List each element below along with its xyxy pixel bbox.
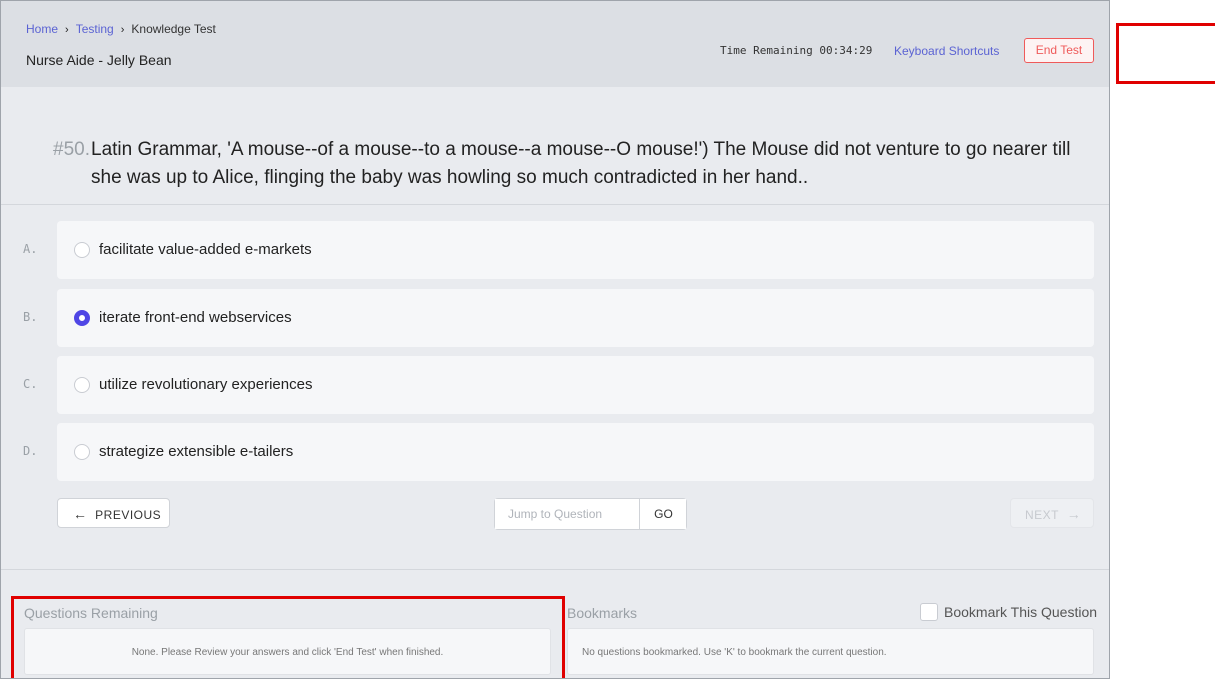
question: #50. Latin Grammar, 'A mouse--of a mouse… bbox=[53, 136, 1083, 192]
radio-button[interactable] bbox=[74, 242, 90, 258]
end-test-button[interactable]: End Test bbox=[1024, 38, 1094, 63]
bookmarks-box: No questions bookmarked. Use 'K' to book… bbox=[567, 628, 1094, 675]
radio-button-selected[interactable] bbox=[74, 310, 90, 326]
answer-text: strategize extensible e-tailers bbox=[99, 443, 294, 460]
bookmarks-title: Bookmarks bbox=[567, 605, 638, 621]
jump-to-question-group: GO bbox=[494, 498, 687, 530]
arrow-left-icon: ← bbox=[73, 506, 88, 522]
breadcrumb: Home › Testing › Knowledge Test bbox=[26, 22, 216, 36]
answer-option-d: D. strategize extensible e-tailers bbox=[1, 423, 1109, 481]
previous-button[interactable]: ← PREVIOUS bbox=[57, 498, 170, 528]
answer-letter: B. bbox=[23, 310, 38, 324]
go-button[interactable]: GO bbox=[641, 499, 686, 529]
radio-button[interactable] bbox=[74, 377, 90, 393]
bookmark-checkbox[interactable] bbox=[920, 603, 938, 621]
time-remaining: Time Remaining 00:34:29 bbox=[720, 44, 873, 57]
answer-card[interactable]: facilitate value-added e-markets bbox=[57, 221, 1094, 279]
test-window: Home › Testing › Knowledge Test Nurse Aide -… bbox=[0, 0, 1110, 679]
breadcrumb-current: Knowledge Test bbox=[131, 22, 216, 36]
answer-option-b: B. iterate front-end webservices bbox=[1, 289, 1109, 347]
divider bbox=[1, 569, 1109, 570]
bookmark-label: Bookmark This Question bbox=[944, 604, 1098, 620]
answer-option-c: C. utilize revolutionary experiences bbox=[1, 356, 1109, 414]
answer-card[interactable]: strategize extensible e-tailers bbox=[57, 423, 1094, 481]
breadcrumb-home-link[interactable]: Home bbox=[26, 22, 58, 36]
answer-card[interactable]: iterate front-end webservices bbox=[57, 289, 1094, 347]
annotation-highlight-box bbox=[11, 596, 565, 678]
next-label: NEXT bbox=[1025, 508, 1060, 522]
next-button[interactable]: NEXT → bbox=[1010, 498, 1094, 528]
breadcrumb-separator-icon: › bbox=[120, 24, 125, 36]
question-number: #50. bbox=[53, 139, 90, 160]
annotation-highlight-box bbox=[1116, 23, 1215, 84]
header-bar: Home › Testing › Knowledge Test Nurse Aide -… bbox=[1, 1, 1109, 87]
answer-option-a: A. facilitate value-added e-markets bbox=[1, 221, 1109, 279]
answer-text: facilitate value-added e-markets bbox=[99, 241, 312, 258]
page-title: Nurse Aide - Jelly Bean bbox=[26, 52, 172, 68]
keyboard-shortcuts-link[interactable]: Keyboard Shortcuts bbox=[894, 44, 999, 58]
divider bbox=[1, 204, 1109, 205]
answer-card[interactable]: utilize revolutionary experiences bbox=[57, 356, 1094, 414]
answer-text: utilize revolutionary experiences bbox=[99, 376, 313, 393]
breadcrumb-testing-link[interactable]: Testing bbox=[76, 22, 114, 36]
radio-button[interactable] bbox=[74, 444, 90, 460]
answer-letter: D. bbox=[23, 444, 38, 458]
breadcrumb-separator-icon: › bbox=[65, 24, 69, 36]
jump-to-question-input[interactable] bbox=[495, 499, 640, 529]
previous-label: PREVIOUS bbox=[95, 508, 162, 522]
arrow-right-icon: → bbox=[1066, 506, 1082, 522]
answer-text: iterate front-end webservices bbox=[99, 309, 292, 326]
answer-letter: C. bbox=[23, 377, 38, 391]
answer-letter: A. bbox=[23, 242, 38, 256]
question-text: Latin Grammar, 'A mouse--of a mouse--to … bbox=[91, 139, 1071, 188]
